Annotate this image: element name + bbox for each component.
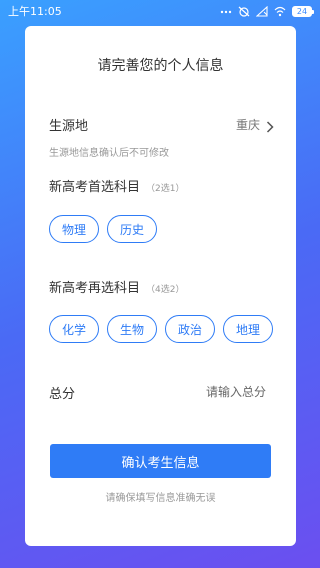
subject-chip-chemistry[interactable]: 化学	[49, 315, 100, 343]
first-subject-title: 新高考首选科目	[49, 180, 141, 195]
first-subject-options: 物理 历史	[49, 215, 158, 243]
wifi-icon	[274, 6, 286, 17]
second-subject-heading: 新高考再选科目 （4选2）	[49, 277, 184, 296]
second-subject-options: 化学 生物 政治 地理	[49, 315, 274, 343]
origin-label: 生源地	[49, 118, 89, 134]
origin-row[interactable]: 生源地 重庆	[49, 113, 274, 135]
subject-chip-geography[interactable]: 地理	[223, 315, 274, 343]
alarm-off-icon	[238, 6, 250, 17]
more-dots-icon	[220, 6, 232, 17]
subject-chip-politics[interactable]: 政治	[165, 315, 216, 343]
second-subject-rule: （4选2）	[146, 285, 185, 295]
footer-note: 请确保填写信息准确无误	[105, 493, 216, 504]
signal-off-icon	[256, 5, 268, 17]
total-score-row: 总分	[49, 382, 266, 402]
second-subject-title: 新高考再选科目	[49, 281, 141, 296]
total-score-input[interactable]	[146, 385, 266, 399]
page-title: 请完善您的个人信息	[97, 58, 224, 74]
profile-card: 请完善您的个人信息 生源地 重庆 生源地信息确认后不可修改 新高考首选科目 （2…	[25, 26, 296, 546]
subject-chip-biology[interactable]: 生物	[107, 315, 158, 343]
confirm-info-button[interactable]: 确认考生信息	[50, 444, 271, 478]
first-subject-heading: 新高考首选科目 （2选1）	[49, 176, 184, 195]
total-score-label: 总分	[49, 386, 76, 402]
status-bar-right: 24	[220, 5, 314, 17]
chevron-right-icon	[266, 118, 274, 133]
subject-chip-history[interactable]: 历史	[107, 215, 158, 243]
status-time: 上午11:05	[8, 5, 62, 18]
status-bar: 上午11:05 24	[0, 0, 320, 22]
subject-chip-physics[interactable]: 物理	[49, 215, 100, 243]
origin-selector[interactable]: 重庆	[236, 116, 274, 133]
battery-icon: 24	[292, 5, 314, 17]
origin-value: 重庆	[235, 117, 260, 132]
origin-hint: 生源地信息确认后不可修改	[49, 148, 169, 159]
status-bar-left: 上午11:05	[8, 3, 62, 19]
first-subject-rule: （2选1）	[146, 184, 185, 194]
